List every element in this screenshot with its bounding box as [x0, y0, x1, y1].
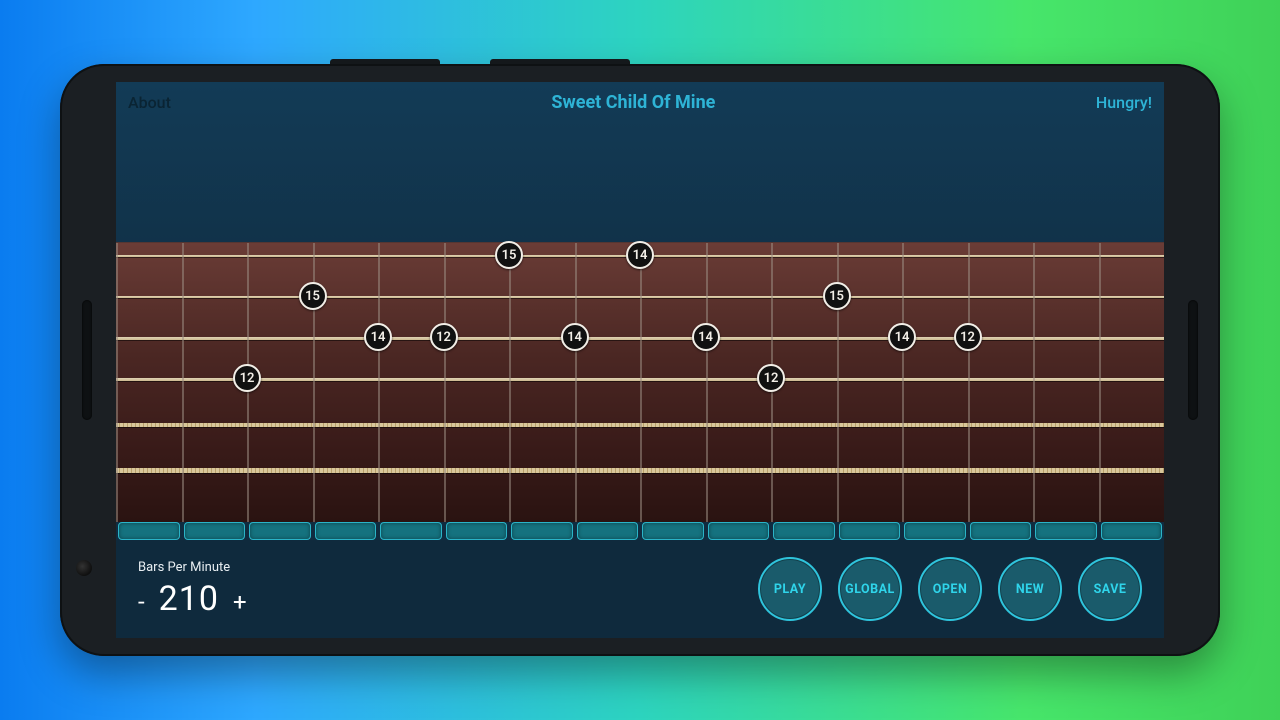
play-button[interactable]: PLAY — [758, 557, 822, 621]
fret-line — [640, 243, 642, 522]
beat-segment[interactable] — [970, 522, 1032, 540]
fret-line — [378, 243, 380, 522]
bpm-value: 210 — [159, 579, 219, 619]
fretboard[interactable]: 12 15 14 12 15 14 14 14 12 15 14 12 — [116, 242, 1164, 522]
camera-dot — [76, 560, 92, 576]
beat-segment[interactable] — [1101, 522, 1163, 540]
beat-segment[interactable] — [904, 522, 966, 540]
global-button[interactable]: GLOBAL — [838, 557, 902, 621]
beat-segment[interactable] — [708, 522, 770, 540]
note-marker[interactable]: 15 — [823, 282, 851, 310]
phone-frame: About Sweet Child Of Mine Hungry! 12 15 14… — [60, 64, 1220, 656]
fret-line — [444, 243, 446, 522]
note-marker[interactable]: 12 — [430, 323, 458, 351]
beat-segment[interactable] — [315, 522, 377, 540]
fret-line — [509, 243, 511, 522]
about-link[interactable]: About — [128, 93, 171, 112]
beat-segment[interactable] — [446, 522, 508, 540]
song-title: Sweet Child Of Mine — [551, 92, 715, 113]
hw-button — [490, 59, 630, 64]
save-button[interactable]: SAVE — [1078, 557, 1142, 621]
fret-line — [1033, 243, 1035, 522]
note-marker[interactable]: 12 — [233, 364, 261, 392]
beat-segment[interactable] — [118, 522, 180, 540]
bpm-label: Bars Per Minute — [138, 560, 247, 575]
beat-segment[interactable] — [380, 522, 442, 540]
beat-segment[interactable] — [1035, 522, 1097, 540]
new-button[interactable]: NEW — [998, 557, 1062, 621]
beat-strip[interactable] — [116, 522, 1164, 540]
fret-line — [116, 243, 118, 522]
bpm-plus-button[interactable]: + — [233, 588, 247, 616]
fret-line — [706, 243, 708, 522]
note-marker[interactable]: 14 — [692, 323, 720, 351]
fret-line — [575, 243, 577, 522]
beat-segment[interactable] — [511, 522, 573, 540]
beat-segment[interactable] — [839, 522, 901, 540]
note-marker[interactable]: 14 — [364, 323, 392, 351]
open-button[interactable]: OPEN — [918, 557, 982, 621]
hw-button — [330, 59, 440, 64]
action-buttons: PLAY GLOBAL OPEN NEW SAVE — [758, 557, 1142, 621]
note-marker[interactable]: 12 — [954, 323, 982, 351]
note-marker[interactable]: 14 — [626, 241, 654, 269]
beat-segment[interactable] — [184, 522, 246, 540]
note-marker[interactable]: 15 — [299, 282, 327, 310]
fret-line — [968, 243, 970, 522]
fret-line — [1099, 243, 1101, 522]
beat-segment[interactable] — [249, 522, 311, 540]
speaker-slot — [82, 300, 92, 420]
note-marker[interactable]: 12 — [757, 364, 785, 392]
note-marker[interactable]: 14 — [888, 323, 916, 351]
speaker-slot — [1188, 300, 1198, 420]
note-marker[interactable]: 14 — [561, 323, 589, 351]
note-marker[interactable]: 15 — [495, 241, 523, 269]
fret-line — [902, 243, 904, 522]
app-screen: About Sweet Child Of Mine Hungry! 12 15 14… — [116, 82, 1164, 638]
beat-segment[interactable] — [642, 522, 704, 540]
beat-segment[interactable] — [773, 522, 835, 540]
hungry-link[interactable]: Hungry! — [1096, 93, 1152, 112]
top-bar: About Sweet Child Of Mine Hungry! — [116, 88, 1164, 116]
beat-segment[interactable] — [577, 522, 639, 540]
bpm-minus-button[interactable]: - — [138, 588, 145, 616]
bottom-bar: Bars Per Minute - 210 + PLAY GLOBAL OPEN… — [116, 540, 1164, 638]
bpm-control: Bars Per Minute - 210 + — [138, 560, 247, 619]
fret-line — [182, 243, 184, 522]
